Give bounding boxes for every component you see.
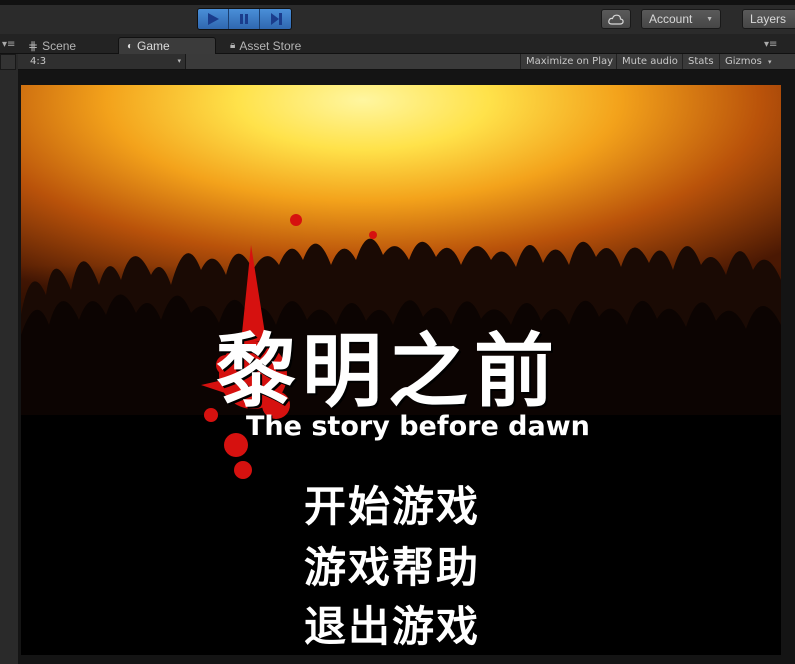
chevron-down-icon: ▾ [768,58,772,66]
layers-dropdown[interactable]: Layers [742,9,795,29]
step-icon [270,13,282,25]
pause-icon [240,14,248,24]
cloud-icon [608,14,624,25]
chevron-down-icon: ▾ [177,57,181,65]
step-button[interactable] [260,9,291,29]
mute-audio-toggle[interactable]: Mute audio [616,54,683,69]
tab-menu-icon-right[interactable]: ▾≡ [764,39,777,50]
left-panel-edge [0,54,18,664]
gizmos-label: Gizmos [725,56,762,67]
tab-scene-label: Scene [42,38,77,53]
start-game-button[interactable]: 开始游戏 [304,473,480,534]
account-label: Account [649,12,693,26]
quit-game-button[interactable]: 退出游戏 [304,593,480,654]
game-view-toolbar: 4:3 ▾ Maximize on Play Mute audio Stats … [18,54,795,70]
stats-toggle[interactable]: Stats [682,54,719,69]
pacman-icon: ◐ [127,40,134,52]
editor-tab-row: ▾≡ ⋕ Scene ◐ Game 🔒︎ Asset Store ▾≡ [0,34,795,54]
game-subtitle-english: The story before dawn [246,411,590,442]
game-view: 黎明之前 The story before dawn 开始游戏 游戏帮助 退出游… [18,70,795,664]
tab-game-label: Game [137,39,170,53]
game-help-button[interactable]: 游戏帮助 [304,534,480,595]
play-button[interactable] [198,9,229,29]
tab-scene[interactable]: ⋕ Scene [20,37,84,54]
aspect-ratio-label: 4:3 [30,56,47,67]
grid-icon: ⋕ [28,38,39,53]
play-icon [208,13,219,25]
cloud-button[interactable] [601,9,631,29]
tab-menu-icon[interactable]: ▾≡ [2,39,15,50]
gizmos-dropdown[interactable]: Gizmos ▾ [719,54,777,69]
pause-button[interactable] [229,9,260,29]
chevron-down-icon: ▼ [706,15,713,23]
panel-edge-handle[interactable] [0,54,16,70]
tab-game[interactable]: ◐ Game [118,37,216,54]
playback-controls [197,8,292,30]
tab-asset-store-label: Asset Store [239,38,302,53]
maximize-on-play-toggle[interactable]: Maximize on Play [520,54,618,69]
layers-label: Layers [750,12,787,26]
main-toolbar: Account ▼ Layers [0,0,795,34]
game-screen[interactable]: 黎明之前 The story before dawn 开始游戏 游戏帮助 退出游… [21,85,781,655]
game-title-chinese: 黎明之前 [216,325,560,418]
account-dropdown[interactable]: Account ▼ [641,9,721,29]
lock-icon: 🔒︎ [230,40,236,51]
aspect-ratio-dropdown[interactable]: 4:3 ▾ [18,54,186,69]
tab-asset-store[interactable]: 🔒︎ Asset Store [222,37,309,54]
